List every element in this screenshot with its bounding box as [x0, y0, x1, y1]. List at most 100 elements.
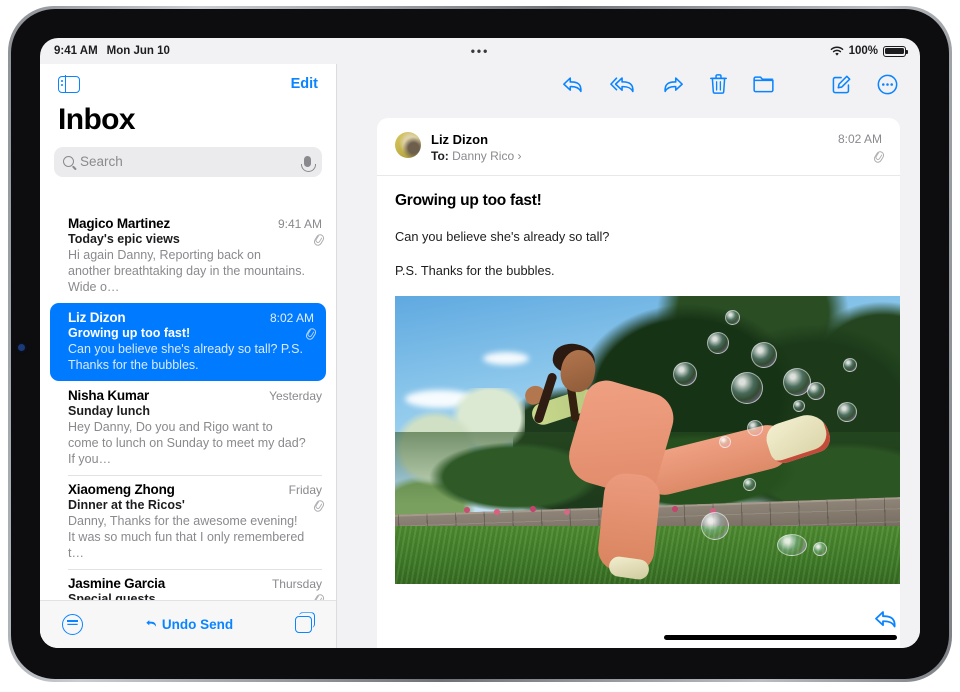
list-item-selected[interactable]: Liz Dizon 8:02 AM Growing up too fast! C… [50, 303, 326, 381]
message-meta: 8:02 AM [838, 132, 882, 162]
status-bar: 9:41 AM Mon Jun 10 ••• 100% [40, 38, 920, 64]
message-header[interactable]: Liz Dizon To: Danny Rico › 8:02 AM [377, 118, 900, 176]
bubble [673, 362, 697, 386]
message-sender: Liz Dizon [68, 310, 126, 325]
filter-button[interactable] [62, 614, 83, 635]
multitasking-handle[interactable]: ••• [40, 45, 920, 58]
forward-button[interactable] [662, 74, 684, 94]
sneaker [762, 409, 834, 467]
message-preview: Hi again Danny, Reporting back on anothe… [68, 248, 305, 294]
paperclip-icon [305, 327, 314, 339]
bubble [807, 382, 825, 400]
bubble [725, 310, 740, 325]
sidebar-header: Edit [40, 64, 336, 104]
mail-sidebar: Edit Inbox Search Magico Martinez 9:41 A… [40, 64, 337, 648]
folder-icon [753, 76, 774, 93]
bubble [707, 332, 729, 354]
search-icon [63, 156, 74, 167]
compose-icon [832, 75, 851, 93]
bubble [793, 400, 805, 412]
reply-icon [563, 76, 582, 92]
message-sender: Jasmine Garcia [68, 576, 166, 591]
list-item[interactable]: Magico Martinez 9:41 AM Today's epic vie… [40, 209, 336, 303]
message-time: 8:02 AM [269, 311, 314, 325]
bubble [843, 358, 857, 372]
message-time: Thursday [271, 577, 322, 591]
message-footer-space [377, 584, 900, 610]
status-bar-right: 100% [830, 45, 909, 57]
undo-arrow-icon [146, 620, 156, 627]
chevron-right-icon: › [517, 149, 522, 163]
delete-button[interactable] [710, 74, 727, 94]
avatar [395, 132, 421, 158]
search-placeholder: Search [80, 154, 123, 169]
more-options-button[interactable] [877, 74, 898, 95]
message-sender: Xiaomeng Zhong [68, 482, 175, 497]
bubble [719, 436, 731, 448]
message-subject: Growing up too fast! [68, 326, 191, 340]
message-card: Liz Dizon To: Danny Rico › 8:02 AM Growi… [377, 118, 900, 648]
undo-send-label: Undo Send [161, 617, 234, 632]
message-preview: Hey Danny, Do you and Rigo want to come … [68, 420, 306, 466]
list-item[interactable]: Xiaomeng Zhong Friday Dinner at the Rico… [40, 475, 336, 569]
paperclip-icon [313, 233, 322, 245]
message-paragraph: P.S. Thanks for the bubbles. [395, 263, 555, 278]
message-attachment [838, 150, 882, 162]
message-photo-attachment[interactable] [395, 296, 900, 584]
reply-button[interactable] [562, 74, 584, 94]
detail-toolbar-actions [562, 74, 774, 94]
front-camera-lens [18, 344, 25, 351]
message-time: 8:02 AM [837, 132, 882, 146]
sidebar-bottom-toolbar: Undo Send [40, 600, 336, 648]
copy-stack-icon [295, 616, 312, 633]
page-title: Inbox [58, 103, 136, 136]
reply-icon [875, 611, 896, 628]
bubble [731, 372, 763, 404]
bubble [837, 402, 857, 422]
undo-send-button[interactable]: Undo Send [145, 617, 233, 632]
message-subject: Dinner at the Ricos' [68, 498, 185, 512]
microphone-icon[interactable] [301, 156, 316, 172]
message-sender: Magico Martinez [68, 216, 171, 231]
message-from: Liz Dizon [431, 132, 489, 147]
paperclip-icon [873, 150, 882, 162]
message-subject: Sunday lunch [68, 404, 150, 418]
reply-all-icon [610, 76, 634, 92]
move-to-folder-button[interactable] [753, 74, 774, 94]
copy-button[interactable] [295, 616, 314, 633]
to-name: Danny Rico [452, 149, 515, 163]
to-label: To: [431, 149, 449, 163]
filter-icon [62, 614, 83, 635]
message-header-names: Liz Dizon To: Danny Rico › [431, 132, 521, 163]
message-list[interactable]: Magico Martinez 9:41 AM Today's epic vie… [40, 209, 336, 615]
message-body: Growing up too fast! Can you believe she… [377, 176, 900, 278]
sidebar-toggle-icon [58, 74, 80, 94]
bubble [813, 542, 827, 556]
search-input[interactable]: Search [54, 146, 322, 177]
wifi-icon [830, 46, 843, 56]
battery-percent: 100% [848, 45, 878, 57]
message-time: 9:41 AM [277, 217, 322, 231]
forward-icon [664, 76, 683, 92]
list-item[interactable]: Nisha Kumar Yesterday Sunday lunch Hey D… [40, 381, 336, 475]
bubble [777, 534, 807, 556]
reply-all-button[interactable] [610, 74, 636, 94]
message-subject: Today's epic views [68, 232, 180, 246]
message-preview: Danny, Thanks for the awesome evening! I… [68, 514, 305, 560]
sidebar-toggle-button[interactable] [58, 74, 80, 94]
message-recipient[interactable]: To: Danny Rico › [431, 149, 521, 163]
message-detail-pane: Liz Dizon To: Danny Rico › 8:02 AM Growi… [337, 64, 920, 648]
message-sender: Nisha Kumar [68, 388, 150, 403]
detail-toolbar [337, 64, 920, 104]
paperclip-icon [313, 499, 322, 511]
reply-button-floating[interactable] [874, 609, 898, 634]
bubble [751, 342, 777, 368]
trash-icon [710, 74, 727, 94]
home-indicator[interactable] [664, 635, 897, 640]
battery-full-icon [883, 45, 909, 57]
message-subject: Growing up too fast! [395, 192, 542, 209]
compose-button[interactable] [832, 74, 851, 95]
message-preview: Can you believe she's already so tall? P… [68, 342, 303, 372]
edit-button[interactable]: Edit [291, 76, 318, 92]
message-time: Yesterday [269, 389, 322, 403]
